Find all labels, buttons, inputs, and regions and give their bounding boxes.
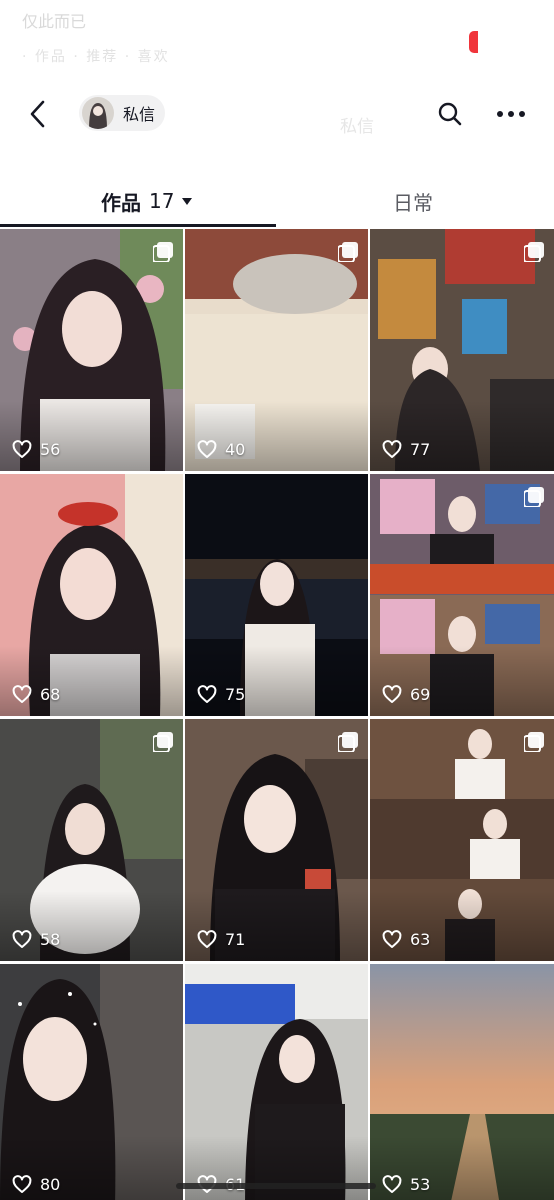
- ghost-title-text: 私信: [340, 117, 374, 137]
- post-tile[interactable]: 75: [185, 474, 368, 716]
- multi-image-icon: [153, 732, 173, 752]
- like-count-text: 63: [410, 930, 431, 949]
- like-count: 56: [12, 440, 60, 459]
- tab-daily-label: 日常: [393, 190, 433, 215]
- like-count: 69: [382, 685, 430, 704]
- heart-icon: [197, 685, 217, 703]
- like-count: 71: [197, 930, 245, 949]
- tab-daily[interactable]: 日常: [393, 184, 433, 218]
- search-button[interactable]: [437, 101, 463, 127]
- like-count-text: 56: [40, 440, 61, 459]
- like-count-text: 40: [225, 440, 246, 459]
- multi-image-icon: [338, 732, 358, 752]
- post-tile[interactable]: 53: [370, 964, 554, 1200]
- post-tile[interactable]: 63: [370, 719, 554, 961]
- heart-icon: [197, 930, 217, 948]
- like-count-text: 77: [410, 440, 431, 459]
- ghost-status-text: 仅此而已: [22, 12, 87, 31]
- post-tile[interactable]: 68: [0, 474, 183, 716]
- heart-icon: [382, 930, 402, 948]
- like-count-text: 80: [40, 1175, 61, 1194]
- tab-active-indicator: [0, 224, 276, 227]
- tab-works-label: 作品: [101, 190, 141, 215]
- multi-image-icon: [524, 242, 544, 262]
- heart-icon: [382, 1175, 402, 1193]
- like-count: 77: [382, 440, 430, 459]
- heart-icon: [382, 685, 402, 703]
- like-count-text: 71: [225, 930, 246, 949]
- like-count: 40: [197, 440, 245, 459]
- post-tile[interactable]: 80: [0, 964, 183, 1200]
- like-count-text: 53: [410, 1175, 431, 1194]
- like-count: 63: [382, 930, 430, 949]
- post-tile[interactable]: 71: [185, 719, 368, 961]
- caret-down-icon: [182, 197, 193, 205]
- multi-image-icon: [338, 242, 358, 262]
- post-tile[interactable]: 69: [370, 474, 554, 716]
- like-count: 68: [12, 685, 60, 704]
- heart-icon: [12, 930, 32, 948]
- chevron-left-icon: [30, 100, 45, 128]
- ellipsis-icon: [497, 111, 525, 117]
- post-tile[interactable]: 61: [185, 964, 368, 1200]
- post-tile[interactable]: 40: [185, 229, 368, 471]
- like-count-text: 75: [225, 685, 246, 704]
- home-indicator[interactable]: [176, 1183, 376, 1189]
- message-chip[interactable]: 私信: [79, 95, 165, 131]
- like-count: 75: [197, 685, 245, 704]
- heart-icon: [197, 440, 217, 458]
- like-count-text: 68: [40, 685, 61, 704]
- like-count: 80: [12, 1175, 60, 1194]
- posts-grid: 56 40 77 68 75 69 58 71 63 80 53: [0, 229, 554, 1200]
- more-button[interactable]: [495, 102, 527, 126]
- heart-icon: [12, 440, 32, 458]
- like-count: 58: [12, 930, 60, 949]
- multi-image-icon: [524, 732, 544, 752]
- multi-image-icon: [524, 487, 544, 507]
- heart-icon: [12, 1175, 32, 1193]
- post-tile[interactable]: 58: [0, 719, 183, 961]
- red-indicator: [469, 31, 478, 53]
- post-tile[interactable]: 77: [370, 229, 554, 471]
- heart-icon: [382, 440, 402, 458]
- heart-icon: [12, 685, 32, 703]
- ghost-subtitle-text: · 作品 · 推荐 · 喜欢: [22, 49, 170, 65]
- post-tile[interactable]: 56: [0, 229, 183, 471]
- message-chip-label: 私信: [123, 105, 156, 124]
- back-button[interactable]: [24, 96, 54, 132]
- search-icon: [438, 102, 462, 126]
- tab-works-count: 17: [149, 189, 175, 213]
- multi-image-icon: [153, 242, 173, 262]
- like-count-text: 58: [40, 930, 61, 949]
- tab-works[interactable]: 作品 17: [101, 184, 193, 218]
- like-count: 53: [382, 1175, 430, 1194]
- avatar: [82, 97, 114, 129]
- like-count-text: 69: [410, 685, 431, 704]
